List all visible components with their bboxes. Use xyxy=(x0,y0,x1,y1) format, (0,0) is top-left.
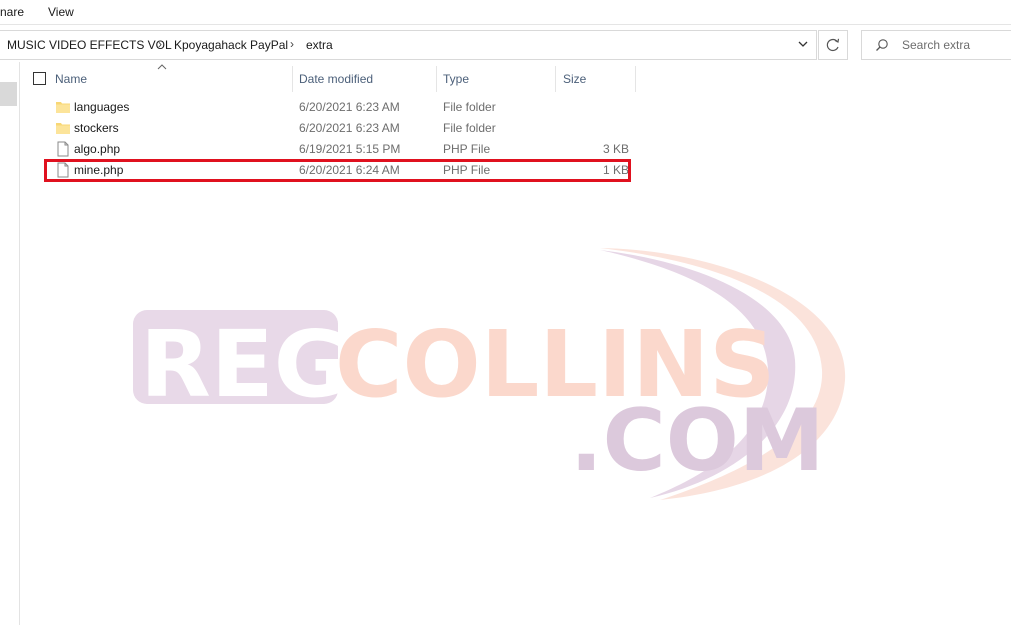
address-bar[interactable]: MUSIC VIDEO EFFECTS VOL › Kpoyagahack Pa… xyxy=(0,30,817,60)
breadcrumb-music-video-effects[interactable]: MUSIC VIDEO EFFECTS VOL xyxy=(7,38,172,52)
file-size: 3 KB xyxy=(602,142,629,156)
folder-icon xyxy=(56,123,70,134)
tab-share[interactable]: nare xyxy=(0,5,24,19)
file-type: PHP File xyxy=(443,142,491,156)
file-date: 6/19/2021 5:15 PM xyxy=(299,142,401,156)
refresh-button[interactable] xyxy=(818,30,848,60)
watermark-com: .COM xyxy=(570,391,824,491)
breadcrumb-kpoyagahack-paypal[interactable]: Kpoyagahack PayPal xyxy=(174,38,288,52)
search-icon xyxy=(876,39,888,51)
chevron-down-icon[interactable] xyxy=(796,37,810,51)
folder-icon xyxy=(56,102,70,113)
file-row-algo-php[interactable]: algo.php 6/19/2021 5:15 PM PHP File 3 KB xyxy=(20,139,634,160)
file-date: 6/20/2021 6:23 AM xyxy=(299,100,400,114)
file-name: algo.php xyxy=(74,142,121,156)
ribbon-tabs: nare View xyxy=(0,0,1011,25)
file-type: File folder xyxy=(443,121,496,135)
file-name: stockers xyxy=(74,121,119,135)
file-name: languages xyxy=(74,100,130,114)
search-input[interactable]: Search extra xyxy=(902,38,970,52)
select-all-checkbox[interactable] xyxy=(33,72,46,85)
file-icon xyxy=(57,141,69,157)
column-header-date[interactable]: Date modified xyxy=(299,65,436,92)
file-row-languages[interactable]: languages 6/20/2021 6:23 AM File folder xyxy=(20,97,634,118)
chevron-right-icon[interactable]: › xyxy=(290,37,294,51)
column-divider[interactable] xyxy=(436,66,437,92)
watermark-reg: REG xyxy=(140,311,349,418)
column-divider[interactable] xyxy=(555,66,556,92)
breadcrumb-extra[interactable]: extra xyxy=(306,38,333,52)
address-row: MUSIC VIDEO EFFECTS VOL › Kpoyagahack Pa… xyxy=(0,25,1011,65)
nav-selected-item[interactable] xyxy=(0,82,17,106)
highlight-box xyxy=(44,159,631,182)
file-type: File folder xyxy=(443,100,496,114)
file-row-stockers[interactable]: stockers 6/20/2021 6:23 AM File folder xyxy=(20,118,634,139)
column-divider[interactable] xyxy=(292,66,293,92)
tab-view[interactable]: View xyxy=(48,5,74,19)
column-header-size[interactable]: Size xyxy=(563,65,635,92)
search-box[interactable]: Search extra xyxy=(861,30,1011,60)
navigation-pane[interactable] xyxy=(0,62,20,625)
watermark-logo: REG COLLINS .COM xyxy=(133,248,846,500)
column-header-type[interactable]: Type xyxy=(443,65,555,92)
column-divider[interactable] xyxy=(635,66,636,92)
chevron-right-icon[interactable]: › xyxy=(158,37,162,51)
column-header-name[interactable]: Name xyxy=(55,65,293,92)
file-date: 6/20/2021 6:23 AM xyxy=(299,121,400,135)
refresh-icon xyxy=(826,38,840,52)
